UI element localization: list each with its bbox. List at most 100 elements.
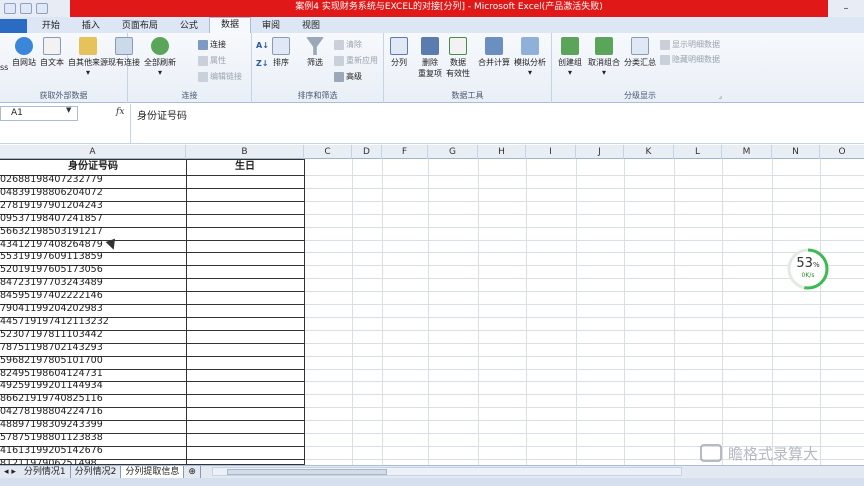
tab-data[interactable]: 数据	[208, 17, 251, 33]
table-row[interactable]: 4925919920114493​4	[0, 380, 186, 393]
dialog-launcher-icon[interactable]: ⌟	[719, 92, 722, 100]
filter-button[interactable]: 筛选	[306, 37, 324, 68]
hide-detail-button[interactable]: 隐藏明细数据	[660, 54, 720, 65]
table-row[interactable]: 4457191974121132​32	[0, 316, 186, 329]
sort-az-button[interactable]: A↓	[256, 41, 269, 50]
table-row[interactable]: 7875119870214329​3	[0, 342, 186, 355]
table-row[interactable]: 0427819880422471​6	[0, 406, 186, 419]
validation-icon	[449, 37, 467, 55]
group-label: 分级显示	[624, 91, 656, 100]
column-header[interactable]: L	[674, 145, 722, 159]
table-row[interactable]: 8662191974082511​6	[0, 393, 186, 406]
clear-button[interactable]: 清除	[334, 39, 362, 50]
grid-line	[428, 159, 429, 465]
globe-icon	[15, 37, 33, 55]
table-row[interactable]: 5531919760911385​9	[0, 251, 186, 264]
table-row[interactable]: 8472319770324348​9	[0, 277, 186, 290]
reapply-icon	[334, 55, 344, 66]
sheet-tab[interactable]: 分列情况2	[71, 465, 122, 479]
minimize-icon[interactable]: –	[844, 3, 849, 14]
column-header[interactable]: B	[186, 145, 304, 159]
table-row[interactable]: 7904119920420298​3	[0, 303, 186, 316]
reapply-button[interactable]: 重新应用	[334, 55, 378, 66]
remove-duplicates-button[interactable]: 删除 重复项	[418, 37, 442, 79]
grid-line	[820, 159, 821, 465]
tab-insert[interactable]: 插入	[71, 19, 111, 33]
dropdown-arrow-icon: ▾	[601, 68, 606, 77]
tab-review[interactable]: 审阅	[251, 19, 291, 33]
column-header[interactable]: G	[428, 145, 478, 159]
ribbon-tabs: 开始 插入 页面布局 公式 数据 审阅 视图	[0, 17, 864, 33]
subtotal-button[interactable]: 分类汇总	[624, 37, 656, 68]
column-header[interactable]: K	[624, 145, 674, 159]
consolidate-button[interactable]: 合并计算	[478, 37, 510, 68]
from-web-button[interactable]: 自网站	[12, 37, 36, 68]
horizontal-scrollbar[interactable]	[212, 467, 682, 476]
column-header[interactable]: F	[382, 145, 428, 159]
column-header[interactable]: N	[772, 145, 820, 159]
sort-za-button[interactable]: Z↓	[256, 59, 269, 68]
column-header[interactable]: M	[722, 145, 772, 159]
column-header[interactable]: I	[526, 145, 576, 159]
excel-icon[interactable]	[4, 3, 16, 14]
table-row[interactable]: 8249519860412473​1	[0, 368, 186, 381]
table-row[interactable]: 2781919790120424​3	[0, 200, 186, 213]
table-row[interactable]: 0953719840724185​7	[0, 213, 186, 226]
watermark-logo-icon	[700, 444, 722, 462]
group-button[interactable]: 创建组 ▾	[558, 37, 582, 77]
tab-page-layout[interactable]: 页面布局	[111, 19, 169, 33]
show-detail-button[interactable]: 显示明细数据	[660, 39, 720, 50]
refresh-all-button[interactable]: 全部刷新 ▾	[144, 37, 176, 77]
column-header[interactable]: D	[352, 145, 382, 159]
scrollbar-thumb[interactable]	[227, 469, 387, 475]
sheet-tab[interactable]: 分列情况1	[20, 465, 71, 479]
table-row[interactable]: 5230719781110344​2	[0, 329, 186, 342]
properties-button[interactable]: 属性	[198, 55, 226, 66]
column-header[interactable]: C	[304, 145, 352, 159]
data-validation-button[interactable]: 数据 有效性	[446, 37, 470, 79]
undo-icon[interactable]	[20, 3, 32, 14]
chevron-down-icon[interactable]: ▼	[66, 106, 71, 114]
tab-view[interactable]: 视图	[291, 19, 331, 33]
table-row[interactable]: 0483919880620407​2	[0, 187, 186, 200]
advanced-button[interactable]: 高级	[334, 71, 362, 82]
tab-formulas[interactable]: 公式	[169, 19, 209, 33]
tab-file[interactable]	[0, 19, 27, 33]
text-to-columns-button[interactable]: 分列	[390, 37, 408, 68]
formula-input[interactable]: 身份证号码	[130, 104, 864, 144]
insert-sheet-icon[interactable]: ⊕	[184, 465, 201, 479]
column-header[interactable]: H	[478, 145, 526, 159]
table-row[interactable]: 5968219780510170​0	[0, 355, 186, 368]
edit-links-button[interactable]: 编辑链接	[198, 71, 242, 82]
fx-icon[interactable]: fx	[116, 107, 124, 117]
sheet-tab-active[interactable]: 分列提取信息	[121, 465, 185, 479]
column-header[interactable]: O	[820, 145, 864, 159]
table-row[interactable]: 5787519880112383​8	[0, 432, 186, 445]
spreadsheet-grid[interactable]: 身份证号码 生日 0268819840723277​9 0483919880620…	[0, 159, 864, 465]
title-bar: 案例4 实现财务系统与EXCEL的对接[分列] - Microsoft Exce…	[0, 0, 864, 17]
dropdown-arrow-icon: ▾	[567, 68, 572, 77]
table-row[interactable]: 0268819840723277​9	[0, 174, 186, 187]
column-header[interactable]: J	[576, 145, 624, 159]
tab-scroll-arrows[interactable]: ◂ ▸	[0, 466, 20, 479]
table-row[interactable]: 5663219850319121​7	[0, 226, 186, 239]
tab-home[interactable]: 开始	[31, 19, 71, 33]
column-header[interactable]: A	[0, 145, 186, 159]
table-row[interactable]: 4889719830924339​9	[0, 419, 186, 432]
ungroup-button[interactable]: 取消组合 ▾	[588, 37, 620, 77]
sort-button[interactable]: 排序	[272, 37, 290, 68]
watermark: 瞻格式录算大	[700, 440, 864, 466]
what-if-analysis-button[interactable]: 模拟分析 ▾	[514, 37, 546, 77]
table-row[interactable]: 4341219740826487​9	[0, 239, 186, 252]
table-row[interactable]: 8459519740222214​6	[0, 290, 186, 303]
chain-icon	[198, 71, 208, 82]
from-other-sources-button[interactable]: 自其他来源 ▾	[68, 37, 108, 77]
save-icon[interactable]	[36, 3, 48, 14]
from-text-button[interactable]: 自文本	[40, 37, 64, 68]
gauge-percent: 53%	[796, 256, 820, 271]
table-row[interactable]: 8121197906251498	[0, 458, 186, 465]
table-row[interactable]: 4161319920514267​6	[0, 445, 186, 458]
table-row[interactable]: 5201919760517305​6	[0, 264, 186, 277]
grid-line	[352, 159, 353, 465]
connections-button[interactable]: 连接	[198, 39, 226, 50]
